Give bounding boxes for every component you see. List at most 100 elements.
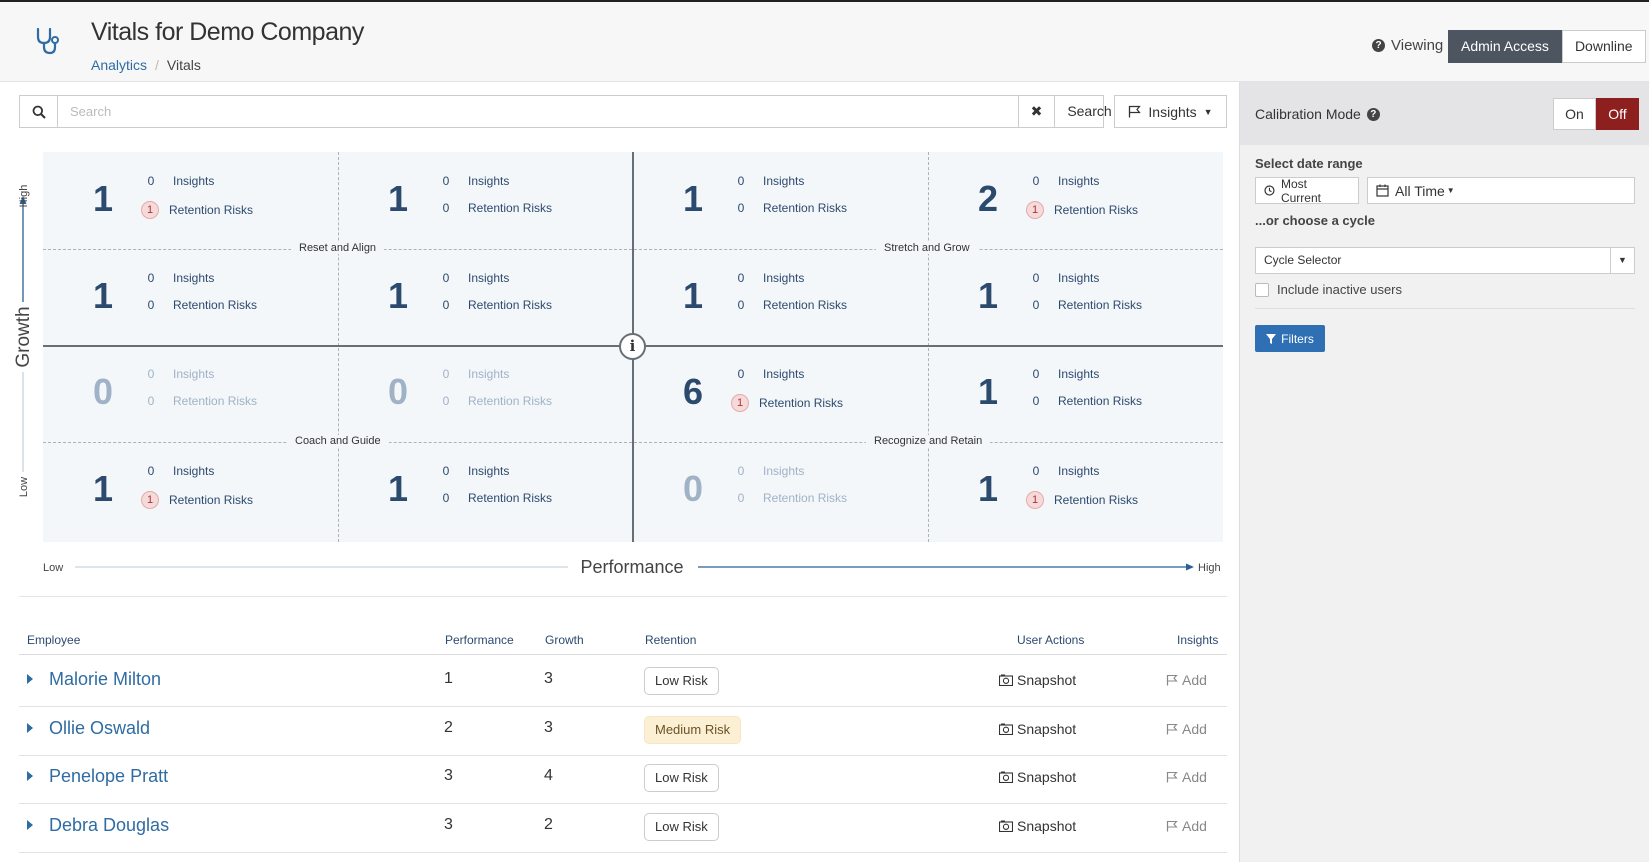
search-input[interactable]	[58, 96, 1018, 127]
section-divider	[19, 596, 1227, 597]
cell-retention-row[interactable]: 0 Retention Risks	[143, 394, 257, 408]
add-insight-button[interactable]: Add	[1166, 818, 1207, 834]
cell-retention-row[interactable]: 0 Retention Risks	[1028, 394, 1142, 408]
grid-cell[interactable]: 1 0 Insights 1 Retention Risks	[43, 152, 338, 249]
cell-retention-row[interactable]: 0 Retention Risks	[733, 201, 847, 215]
cell-insights-row[interactable]: 0 Insights	[733, 174, 805, 188]
cell-insights-row[interactable]: 0 Insights	[143, 464, 215, 478]
cell-insights-row[interactable]: 0 Insights	[438, 271, 510, 285]
growth-axis: Growth High Low	[13, 185, 34, 497]
help-icon[interactable]: ?	[1366, 107, 1380, 121]
grid-cell[interactable]: 1 0 Insights 0 Retention Risks	[338, 249, 633, 346]
grid-cell[interactable]: 0 0 Insights 0 Retention Risks	[633, 442, 928, 539]
cell-insights-row[interactable]: 0 Insights	[1028, 464, 1100, 478]
snapshot-button[interactable]: Snapshot	[999, 721, 1076, 737]
cell-insights-row[interactable]: 0 Insights	[1028, 174, 1100, 188]
grid-cell[interactable]: 1 0 Insights 0 Retention Risks	[633, 152, 928, 249]
cell-retention-row[interactable]: 0 Retention Risks	[438, 394, 552, 408]
breadcrumb-analytics[interactable]: Analytics	[91, 57, 147, 73]
table-row[interactable]: Debra Douglas 3 2 Low Risk Snapshot Add	[19, 802, 1227, 853]
employee-name-link[interactable]: Debra Douglas	[49, 815, 169, 836]
grid-cell[interactable]: 1 0 Insights 0 Retention Risks	[633, 249, 928, 346]
cell-insights-row[interactable]: 0 Insights	[733, 367, 805, 381]
employee-name-link[interactable]: Ollie Oswald	[49, 718, 150, 739]
grid-cell[interactable]: 1 0 Insights 0 Retention Risks	[928, 249, 1223, 346]
snapshot-button[interactable]: Snapshot	[999, 769, 1076, 785]
insights-dropdown[interactable]: Insights ▼	[1114, 95, 1227, 128]
cycle-selector[interactable]: Cycle Selector ▼	[1255, 247, 1635, 274]
cell-insights-row[interactable]: 0 Insights	[438, 367, 510, 381]
cell-retention-row[interactable]: 1 Retention Risks	[1026, 201, 1138, 219]
table-row[interactable]: Malorie Milton 1 3 Low Risk Snapshot Add	[19, 656, 1227, 707]
table-row[interactable]: Ollie Oswald 2 3 Medium Risk Snapshot Add	[19, 705, 1227, 756]
grid-cell[interactable]: 2 0 Insights 1 Retention Risks	[928, 152, 1223, 249]
search-icon[interactable]	[20, 96, 58, 127]
grid-cell[interactable]: 1 0 Insights 0 Retention Risks	[338, 152, 633, 249]
help-icon[interactable]: ?	[1372, 39, 1385, 52]
cell-retention-row[interactable]: 0 Retention Risks	[438, 491, 552, 505]
column-header-employee[interactable]: Employee	[27, 633, 80, 647]
cell-insights-row[interactable]: 0 Insights	[733, 271, 805, 285]
cell-retention-row[interactable]: 1 Retention Risks	[141, 491, 253, 509]
retention-badge[interactable]: Low Risk	[644, 812, 719, 841]
all-time-dropdown[interactable]: All Time ▼	[1367, 177, 1635, 204]
grid-cell[interactable]: 1 0 Insights 1 Retention Risks	[43, 442, 338, 539]
expand-caret-icon[interactable]	[27, 771, 33, 781]
filter-icon	[1266, 333, 1277, 344]
column-header-performance[interactable]: Performance	[445, 633, 514, 647]
cell-retention-row[interactable]: 1 Retention Risks	[1026, 491, 1138, 509]
calibration-on-button[interactable]: On	[1553, 98, 1596, 130]
cell-retention-row[interactable]: 1 Retention Risks	[731, 394, 844, 412]
retention-badge[interactable]: Low Risk	[644, 667, 719, 695]
cell-insights-count: 0	[442, 271, 450, 285]
column-header-growth[interactable]: Growth	[545, 633, 584, 647]
calibration-off-button[interactable]: Off	[1596, 98, 1639, 130]
cell-retention-row[interactable]: 1 Retention Risks	[141, 201, 253, 219]
cell-insights-row[interactable]: 0 Insights	[1028, 271, 1100, 285]
column-header-retention[interactable]: Retention	[645, 633, 696, 647]
admin-access-button[interactable]: Admin Access	[1448, 30, 1562, 63]
expand-caret-icon[interactable]	[27, 722, 33, 733]
cell-insights-row[interactable]: 0 Insights	[438, 464, 510, 478]
include-inactive-checkbox[interactable]: Include inactive users	[1255, 282, 1402, 297]
cell-insights-row[interactable]: 0 Insights	[438, 174, 510, 188]
grid-cell[interactable]: 1 0 Insights 1 Retention Risks	[928, 442, 1223, 539]
cell-retention-row[interactable]: 0 Retention Risks	[733, 491, 847, 505]
retention-badge[interactable]: Low Risk	[644, 764, 719, 792]
cell-insights-row[interactable]: 0 Insights	[733, 464, 805, 478]
cell-retention-row[interactable]: 0 Retention Risks	[438, 298, 552, 312]
checkbox-box[interactable]	[1255, 282, 1269, 297]
cell-retention-row[interactable]: 0 Retention Risks	[733, 298, 847, 312]
grid-cell[interactable]: 1 0 Insights 0 Retention Risks	[338, 442, 633, 539]
snapshot-button[interactable]: Snapshot	[999, 818, 1076, 834]
add-insight-button[interactable]: Add	[1166, 721, 1207, 737]
cell-retention-row[interactable]: 0 Retention Risks	[438, 201, 552, 215]
grid-cell[interactable]: 0 0 Insights 0 Retention Risks	[338, 345, 633, 442]
cell-insights-row[interactable]: 0 Insights	[143, 174, 215, 188]
add-insight-button[interactable]: Add	[1166, 769, 1207, 785]
cell-retention-label: Retention Risks	[759, 396, 844, 410]
grid-cell[interactable]: 0 0 Insights 0 Retention Risks	[43, 345, 338, 442]
cell-retention-row[interactable]: 0 Retention Risks	[1028, 298, 1142, 312]
grid-cell[interactable]: 6 0 Insights 1 Retention Risks	[633, 345, 928, 442]
cell-insights-row[interactable]: 0 Insights	[143, 271, 215, 285]
downline-button[interactable]: Downline	[1561, 30, 1646, 63]
cell-insights-count: 0	[737, 367, 745, 381]
cell-retention-row[interactable]: 0 Retention Risks	[143, 298, 257, 312]
grid-cell[interactable]: 1 0 Insights 0 Retention Risks	[43, 249, 338, 346]
cell-count: 2	[978, 178, 999, 219]
clear-search-icon[interactable]: ✖	[1018, 96, 1054, 127]
most-current-button[interactable]: Most Current	[1255, 177, 1359, 205]
filters-button[interactable]: Filters	[1255, 325, 1325, 352]
add-insight-button[interactable]: Add	[1166, 672, 1207, 688]
employee-name-link[interactable]: Malorie Milton	[49, 669, 161, 690]
snapshot-button[interactable]: Snapshot	[999, 672, 1076, 688]
retention-badge[interactable]: Medium Risk	[644, 715, 742, 744]
cell-insights-row[interactable]: 0 Insights	[143, 367, 215, 381]
employee-name-link[interactable]: Penelope Pratt	[49, 766, 168, 787]
expand-caret-icon[interactable]	[27, 819, 33, 830]
table-row[interactable]: Penelope Pratt 3 4 Low Risk Snapshot Add	[19, 753, 1227, 804]
cell-insights-row[interactable]: 0 Insights	[1028, 367, 1100, 381]
grid-cell[interactable]: 1 0 Insights 0 Retention Risks	[928, 345, 1223, 442]
expand-caret-icon[interactable]	[27, 674, 33, 684]
